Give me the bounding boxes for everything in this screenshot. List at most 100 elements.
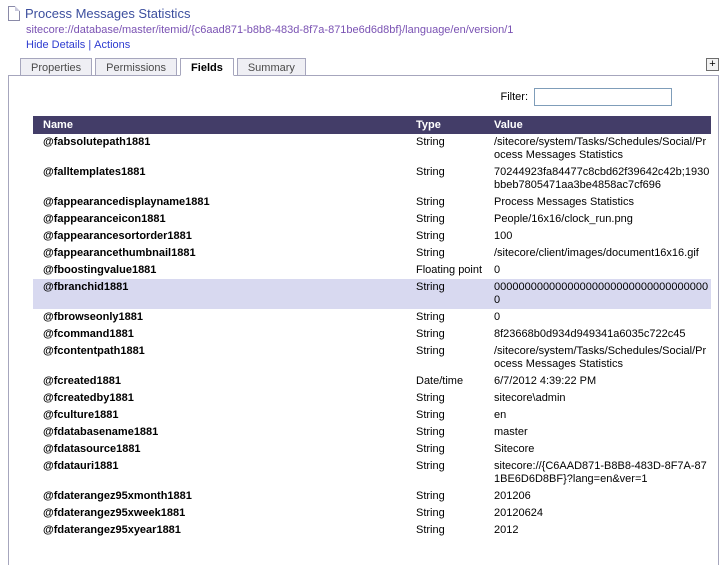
page: Process Messages Statistics sitecore://d… (0, 0, 727, 565)
field-type-cell: Date/time (416, 375, 464, 387)
filter-label: Filter: (500, 90, 529, 103)
link-separator: | (88, 39, 92, 51)
table-row[interactable]: @fappearanceicon1881 String People/16x16/c… (33, 211, 711, 228)
field-value-cell: 0 (494, 264, 501, 276)
table-row[interactable]: @fcreatedby1881 String sitecore\admin (33, 390, 711, 407)
field-name-cell: @fboostingvalue1881 (43, 264, 157, 276)
field-name-cell: @fbrowseonly1881 (43, 311, 143, 323)
document-icon (8, 6, 20, 21)
field-name-cell: @fdaterangez95xweek1881 (43, 507, 186, 519)
column-header-name: Name (33, 116, 406, 134)
field-name-cell: @fappearanceicon1881 (43, 213, 166, 225)
field-type-cell: String (416, 392, 445, 404)
actions-link[interactable]: Actions (94, 39, 130, 51)
table-row[interactable]: @fcommand1881 String 8f23668b0d934d949341a… (33, 326, 711, 343)
column-header-type: Type (406, 116, 484, 134)
field-name-cell: @fculture1881 (43, 409, 119, 421)
table-row[interactable]: @fdaterangez95xweek1881 String 20120624 (33, 505, 711, 522)
tab-fields[interactable]: Fields (180, 58, 234, 76)
title-row: Process Messages Statistics (8, 6, 719, 21)
field-value-cell: /sitecore/system/Tasks/Schedules/Social/… (494, 345, 707, 370)
field-type-cell: String (416, 136, 445, 148)
field-type-cell: Floating point (416, 264, 483, 276)
column-header-value: Value (484, 116, 711, 134)
table-header-row: Name Type Value (33, 116, 711, 134)
item-uri: sitecore://database/master/itemid/{c6aad… (26, 24, 514, 36)
field-type-cell: String (416, 426, 445, 438)
field-name-cell: @fappearancedisplayname1881 (43, 196, 210, 208)
field-value-cell: People/16x16/clock_run.png (494, 213, 633, 225)
expand-button[interactable]: + (706, 58, 719, 71)
fields-table-body: @fabsolutepath1881 String/sitecore/system… (33, 134, 711, 539)
field-value-cell: Process Messages Statistics (494, 196, 634, 208)
field-name-cell: @fdaterangez95xyear1881 (43, 524, 181, 536)
table-row[interactable]: @fdaterangez95xmonth1881 String 201206 (33, 488, 711, 505)
fields-panel: Filter: Name Type Value @fabsolutepath18… (8, 75, 719, 565)
table-row[interactable]: @fcreated1881 Date/time 6/7/2012 4:39:22 P… (33, 373, 711, 390)
table-row[interactable]: @fbrowseonly1881 String 0 (33, 309, 711, 326)
field-type-cell: String (416, 166, 445, 178)
page-title: Process Messages Statistics (25, 6, 191, 21)
field-name-cell: @fbranchid1881 (33, 279, 406, 309)
hide-details-link[interactable]: Hide Details (26, 39, 85, 51)
field-type-cell: String (416, 230, 445, 242)
table-row[interactable]: @falltemplates1881 String 70244923fa84477c… (33, 164, 711, 194)
header-links: Hide Details | Actions (26, 39, 719, 51)
field-name-cell: @fcreated1881 (43, 375, 121, 387)
field-name-cell: @fdatabasename1881 (43, 426, 159, 438)
tab-permissions[interactable]: Permissions (95, 58, 178, 76)
tab-summary[interactable]: Summary (236, 58, 306, 76)
field-value-cell: 000000000000000000000000000000000000 (484, 279, 711, 309)
field-type-cell: String (416, 247, 445, 259)
field-name-cell: @fcommand1881 (43, 328, 134, 340)
field-value-cell: 20120624 (494, 507, 543, 519)
field-value-cell: Sitecore (494, 443, 535, 455)
filter-row: Filter: (9, 76, 718, 116)
field-type-cell: String (416, 196, 445, 208)
table-row[interactable]: @fdatasource1881 String Sitecore (33, 441, 711, 458)
field-type-cell: String (416, 490, 445, 502)
field-type-cell: String (416, 443, 445, 455)
filter-input[interactable] (534, 88, 672, 106)
table-row[interactable]: @fappearancethumbnail1881 String/sitecore… (33, 245, 711, 262)
field-type-cell: String (416, 460, 445, 472)
field-type-cell: String (406, 279, 484, 309)
field-name-cell: @fcreatedby1881 (43, 392, 134, 404)
field-type-cell: String (416, 524, 445, 536)
field-value-cell: master (494, 426, 528, 438)
table-row[interactable]: @fbranchid1881 String 00000000000000000000… (33, 279, 711, 309)
field-value-cell: 2012 (494, 524, 519, 536)
table-row[interactable]: @fdatabasename1881 String master (33, 424, 711, 441)
field-value-cell: en (494, 409, 507, 421)
field-value-cell: 100 (494, 230, 513, 242)
field-name-cell: @fcontentpath1881 (43, 345, 145, 357)
tab-properties[interactable]: Properties (20, 58, 93, 76)
table-row[interactable]: @fboostingvalue1881 Floating point 0 (33, 262, 711, 279)
table-row[interactable]: @fabsolutepath1881 String/sitecore/system… (33, 134, 711, 164)
table-row[interactable]: @fdaterangez95xyear1881 String 2012 (33, 522, 711, 539)
field-name-cell: @fappearancethumbnail1881 (43, 247, 196, 259)
field-value-cell: /sitecore/client/images/document16x16.gi… (494, 247, 699, 259)
field-name-cell: @fdatasource1881 (43, 443, 141, 455)
field-value-cell: /sitecore/system/Tasks/Schedules/Social/… (494, 136, 707, 161)
field-name-cell: @fappearancesortorder1881 (43, 230, 192, 242)
table-row[interactable]: @fappearancesortorder1881 String 100 (33, 228, 711, 245)
field-value-cell: 70244923fa84477c8cbd62f39642c42b;1930bbe… (494, 166, 710, 191)
field-value-cell: 6/7/2012 4:39:22 PM (494, 375, 597, 387)
field-value-cell: sitecore\admin (494, 392, 566, 404)
item-header: Process Messages Statistics sitecore://d… (0, 0, 727, 51)
table-row[interactable]: @fculture1881 String en (33, 407, 711, 424)
table-row[interactable]: @fappearancedisplayname1881 String Process… (33, 194, 711, 211)
field-name-cell: @fabsolutepath1881 (43, 136, 151, 148)
field-type-cell: String (416, 328, 445, 340)
field-type-cell: String (416, 507, 445, 519)
table-row[interactable]: @fdatauri1881 String sitecore://{C6AAD871-… (33, 458, 711, 488)
fields-table: Name Type Value @fabsolutepath1881 String… (33, 116, 711, 539)
field-value-cell: 8f23668b0d934d949341a6035c722c45 (494, 328, 686, 340)
field-name-cell: @fdaterangez95xmonth1881 (43, 490, 192, 502)
field-name-cell: @fdatauri1881 (43, 460, 119, 472)
field-type-cell: String (416, 345, 445, 357)
field-type-cell: String (416, 213, 445, 225)
table-row[interactable]: @fcontentpath1881 String/sitecore/system/… (33, 343, 711, 373)
tab-strip: Properties Permissions Fields Summary + (8, 55, 719, 76)
